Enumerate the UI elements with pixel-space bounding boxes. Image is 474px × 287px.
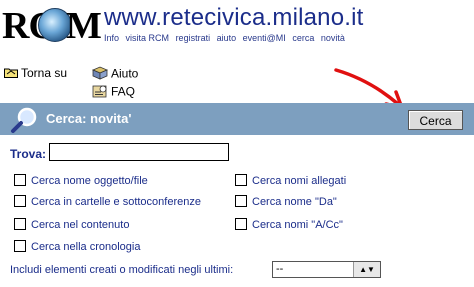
nav-eventi[interactable]: eventi@MI xyxy=(243,33,286,43)
rcm-logo[interactable]: RC M xyxy=(2,2,102,58)
option-label: Cerca nel contenuto xyxy=(31,219,130,231)
checkbox[interactable] xyxy=(14,240,26,253)
nav-visita[interactable]: visita RCM xyxy=(126,33,170,43)
checkbox[interactable] xyxy=(235,195,247,208)
search-button[interactable]: Cerca xyxy=(408,110,463,130)
up-button[interactable]: Torna su xyxy=(4,66,67,81)
folder-up-icon xyxy=(4,67,18,81)
option-label: Cerca nomi allegati xyxy=(252,175,347,187)
site-title[interactable]: www.retecivica.milano.it xyxy=(104,4,364,32)
option-label: Cerca nome "Da" xyxy=(252,196,337,208)
help-button[interactable]: Aiuto xyxy=(91,66,139,83)
nav-info[interactable]: Info xyxy=(104,33,119,43)
page-title: Cerca: novita' xyxy=(46,111,132,126)
checkbox[interactable] xyxy=(14,218,26,231)
option-from[interactable]: Cerca nome "Da" xyxy=(235,195,337,208)
include-label: Includi elementi creati o modificati neg… xyxy=(10,264,234,276)
search-title-bar: Cerca: novita' Cerca xyxy=(0,103,474,135)
option-object-name[interactable]: Cerca nome oggetto/file xyxy=(14,174,148,187)
nav-cerca[interactable]: cerca xyxy=(292,33,314,43)
checkbox[interactable] xyxy=(14,195,26,208)
include-value: -- xyxy=(276,263,284,275)
up-label: Torna su xyxy=(21,66,68,80)
spinner-arrows-icon[interactable]: ▲▼ xyxy=(353,262,380,277)
option-history[interactable]: Cerca nella cronologia xyxy=(14,240,141,253)
faq-icon xyxy=(92,84,108,101)
header: RC M www.retecivica.milano.it Info visit… xyxy=(0,0,474,60)
option-attachments[interactable]: Cerca nomi allegati xyxy=(235,174,347,187)
top-nav: Info visita RCM registrati aiuto eventi@… xyxy=(104,33,349,43)
search-form: Trova: Cerca nome oggetto/file Cerca in … xyxy=(0,135,474,287)
help-label: Aiuto xyxy=(111,66,139,81)
nav-registrati[interactable]: registrati xyxy=(176,33,211,43)
option-label: Cerca nomi "A/Cc" xyxy=(252,219,343,231)
logo-letter: M xyxy=(66,5,102,47)
checkbox[interactable] xyxy=(235,174,247,187)
find-label: Trova: xyxy=(10,147,47,161)
option-label: Cerca nella cronologia xyxy=(31,241,141,253)
find-input[interactable] xyxy=(49,143,229,161)
option-folders[interactable]: Cerca in cartelle e sottoconferenze xyxy=(14,195,201,208)
faq-button[interactable]: FAQ xyxy=(92,84,135,101)
nav-novita[interactable]: novità xyxy=(321,33,345,43)
checkbox[interactable] xyxy=(14,174,26,187)
option-label: Cerca in cartelle e sottoconferenze xyxy=(31,196,201,208)
option-content[interactable]: Cerca nel contenuto xyxy=(14,218,130,231)
faq-label: FAQ xyxy=(111,84,136,99)
option-to-cc[interactable]: Cerca nomi "A/Cc" xyxy=(235,218,343,231)
magnifier-icon xyxy=(10,107,40,138)
option-label: Cerca nome oggetto/file xyxy=(31,175,148,187)
nav-aiuto[interactable]: aiuto xyxy=(217,33,237,43)
help-book-icon xyxy=(91,66,109,83)
include-period-select[interactable]: -- ▲▼ xyxy=(272,261,381,278)
checkbox[interactable] xyxy=(235,218,247,231)
